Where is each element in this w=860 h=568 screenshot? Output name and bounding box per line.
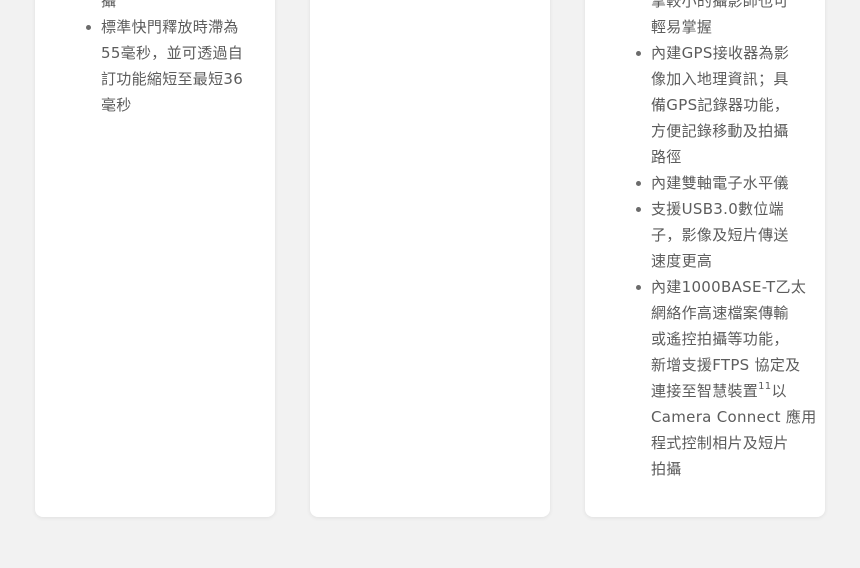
list-item-text: 路徑 <box>651 148 682 166</box>
list-item-text-with-footnote: 連接至智慧裝置11以 <box>651 378 821 404</box>
list-item-text: 連接至智慧裝置 <box>651 382 759 400</box>
spec-card-1: 攝 標準快門釋放時滯為 55毫秒，並可透過自 訂功能縮短至最短36 毫秒 <box>35 0 275 517</box>
list-item-text: 網絡作高速檔案傳輸 <box>651 304 789 322</box>
list-item-text: 新增支援FTPS 協定及 <box>651 356 801 374</box>
feature-list: 攝 標準快門釋放時滯為 55毫秒，並可透過自 訂功能縮短至最短36 毫秒 <box>86 0 266 118</box>
list-item-text: 內建1000BASE-T乙太 <box>651 278 807 296</box>
list-item-ethernet: 內建1000BASE-T乙太 網絡作高速檔案傳輸 或遙控拍攝等功能， 新增支援F… <box>636 274 821 482</box>
list-item-text: 方便記錄移動及拍攝 <box>651 122 789 140</box>
list-item-text: 像加入地理資訊；具 <box>651 70 789 88</box>
list-item-text: 拿較小的攝影師也可 <box>651 0 789 10</box>
list-item-text: 攝 <box>101 0 117 10</box>
list-item-text: 或遙控拍攝等功能， <box>651 330 789 348</box>
list-item-text: 拍攝 <box>651 460 682 478</box>
list-item-continued: 攝 <box>101 0 266 14</box>
list-item-text: Camera Connect 應用 <box>651 408 817 426</box>
spec-card-3: 拿較小的攝影師也可 輕易掌握 內建GPS接收器為影 像加入地理資訊；具 備GPS… <box>585 0 825 517</box>
list-item-text: 內建雙軸電子水平儀 <box>651 174 789 192</box>
list-item-text: 子，影像及短片傳送 <box>651 226 789 244</box>
list-item-gps: 內建GPS接收器為影 像加入地理資訊；具 備GPS記錄器功能， 方便記錄移動及拍… <box>636 40 821 170</box>
list-item-text: 以 <box>771 382 787 400</box>
list-item-text: 備GPS記錄器功能， <box>651 96 790 114</box>
list-item-level: 內建雙軸電子水平儀 <box>636 170 821 196</box>
list-item-text: 輕易掌握 <box>651 18 713 36</box>
list-item-text: 訂功能縮短至最短36 <box>101 70 244 88</box>
list-item-text: 55毫秒，並可透過自 <box>101 44 244 62</box>
list-item-usb: 支援USB3.0數位端 子，影像及短片傳送 速度更高 <box>636 196 821 274</box>
feature-list: 拿較小的攝影師也可 輕易掌握 內建GPS接收器為影 像加入地理資訊；具 備GPS… <box>636 0 821 482</box>
list-item-text: 支援USB3.0數位端 <box>651 200 784 218</box>
list-item-text: 標準快門釋放時滯為 <box>101 18 239 36</box>
spec-card-2 <box>310 0 550 517</box>
footnote-marker[interactable]: 11 <box>758 381 771 392</box>
list-item-text: 內建GPS接收器為影 <box>651 44 790 62</box>
list-item-text: 程式控制相片及短片 <box>651 434 789 452</box>
list-item-text: 毫秒 <box>101 96 132 114</box>
list-item-continued: 拿較小的攝影師也可 輕易掌握 <box>651 0 821 40</box>
list-item: 標準快門釋放時滯為 55毫秒，並可透過自 訂功能縮短至最短36 毫秒 <box>86 14 266 118</box>
list-item-text: 速度更高 <box>651 252 713 270</box>
